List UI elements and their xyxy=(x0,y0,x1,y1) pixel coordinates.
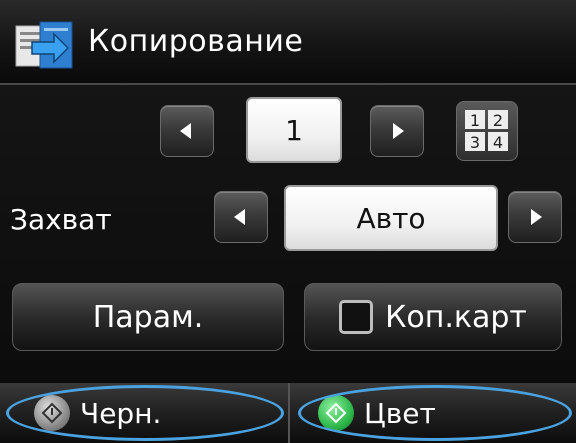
arrow-right-icon xyxy=(531,209,542,225)
arrow-right-icon xyxy=(393,123,404,139)
header-bar: Копирование xyxy=(0,0,576,85)
id-card-copy-button[interactable]: Коп.карт xyxy=(304,283,562,351)
capture-mode-value: Авто xyxy=(356,201,426,235)
copy-screen: Копирование 1 1 2 3 4 Захват Авто Парам.… xyxy=(0,0,576,443)
copies-count-field[interactable]: 1 xyxy=(246,97,342,163)
svg-text:3: 3 xyxy=(470,133,480,152)
main-panel: 1 1 2 3 4 Захват Авто Парам. Коп.карт xyxy=(0,85,576,383)
settings-button-label: Парам. xyxy=(92,299,204,335)
id-card-checkbox xyxy=(339,300,374,334)
capture-next-button[interactable] xyxy=(508,191,562,243)
start-black-button[interactable]: Черн. xyxy=(34,383,161,443)
svg-text:4: 4 xyxy=(493,133,503,152)
start-gray-icon xyxy=(34,395,70,431)
copy-icon xyxy=(15,21,73,69)
capture-mode-field[interactable]: Авто xyxy=(284,185,498,251)
collate-button[interactable]: 1 2 3 4 xyxy=(456,101,518,161)
copies-count-value: 1 xyxy=(285,113,303,147)
start-black-label: Черн. xyxy=(80,396,162,430)
capture-prev-button[interactable] xyxy=(214,191,268,243)
copies-decrease-button[interactable] xyxy=(160,105,214,157)
id-card-button-label: Коп.карт xyxy=(385,299,527,335)
start-color-label: Цвет xyxy=(364,396,436,430)
start-color-button[interactable]: Цвет xyxy=(318,383,436,443)
settings-button[interactable]: Парам. xyxy=(12,283,284,351)
svg-text:1: 1 xyxy=(470,111,480,130)
copies-increase-button[interactable] xyxy=(370,105,424,157)
start-green-icon xyxy=(318,395,354,431)
footer-divider xyxy=(288,383,290,443)
collate-grid-icon: 1 2 3 4 xyxy=(465,110,508,152)
svg-text:2: 2 xyxy=(493,111,503,130)
arrow-left-icon xyxy=(234,209,245,225)
capture-label: Захват xyxy=(10,203,112,236)
page-title: Копирование xyxy=(88,24,304,59)
arrow-left-icon xyxy=(180,123,191,139)
footer-bar: Черн. Цвет xyxy=(0,383,576,443)
